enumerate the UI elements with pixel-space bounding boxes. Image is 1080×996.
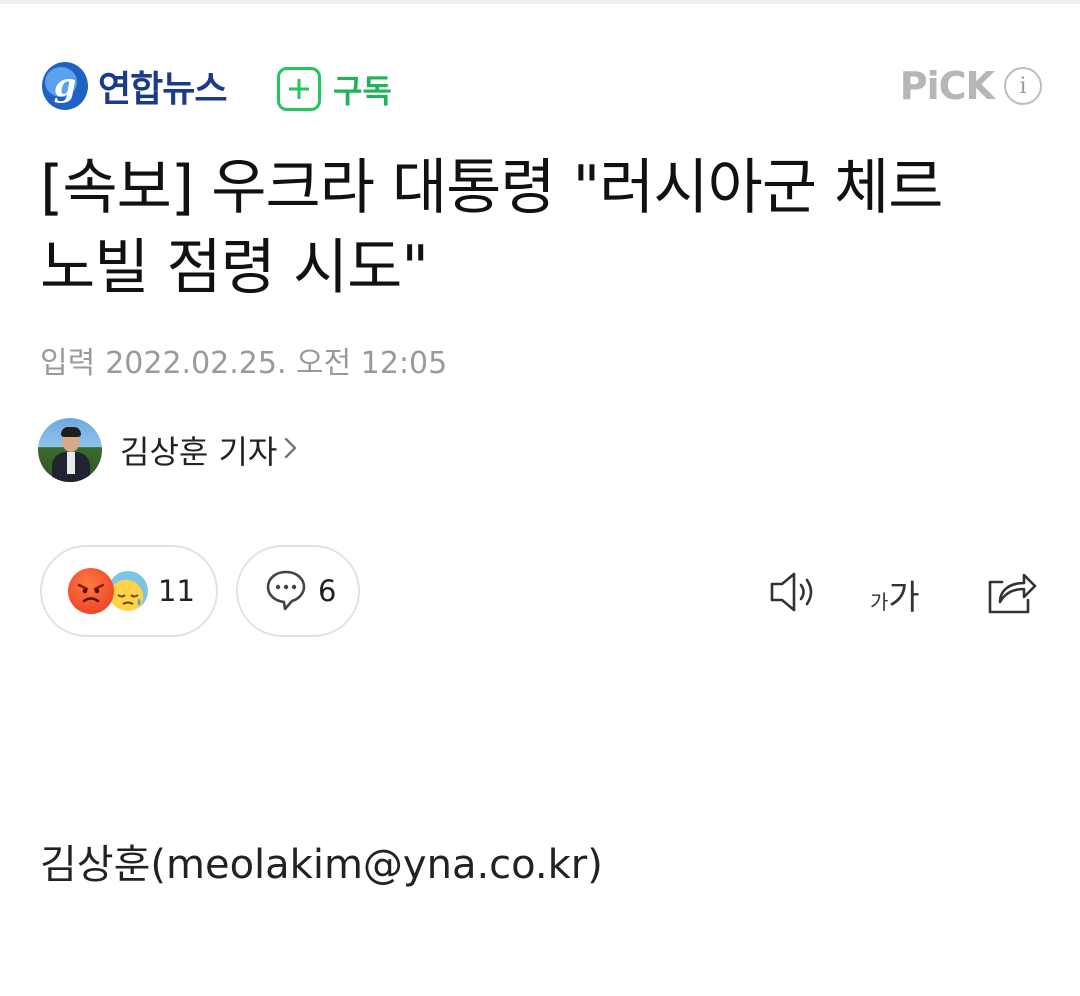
pick-label: PiCK — [899, 64, 995, 108]
sad-emoji-icon — [108, 571, 148, 611]
reporter-name: 김상훈 기자 — [120, 433, 278, 471]
press-logo-link[interactable]: g 연합뉴스 — [40, 56, 227, 116]
press-name: 연합뉴스 — [98, 69, 227, 110]
headline-line-1: [속보] 우크라 대통령 "러시아군 체르 — [40, 153, 944, 223]
share-icon[interactable] — [984, 566, 1038, 622]
speaker-icon[interactable] — [768, 566, 820, 622]
reporter-avatar — [38, 418, 102, 482]
plus-icon — [277, 67, 321, 111]
top-divider — [0, 0, 1080, 4]
date-value: 2022.02.25. 오전 12:05 — [105, 346, 448, 381]
comment-count: 6 — [318, 574, 337, 608]
svg-text:g: g — [54, 66, 76, 104]
comment-icon — [264, 567, 308, 615]
subscribe-button[interactable]: 구독 — [277, 66, 392, 112]
reactions-button[interactable]: 11 — [40, 545, 218, 637]
chevron-right-icon — [283, 435, 299, 465]
subscribe-label: 구독 — [333, 72, 392, 110]
font-size-large-label: 가 — [888, 578, 920, 618]
pick-badge[interactable]: PiCK i — [900, 64, 1042, 108]
article-dateline: 입력 2022.02.25. 오전 12:05 — [40, 338, 447, 382]
font-size-small-label: 가 — [870, 590, 889, 614]
article-headline: [속보] 우크라 대통령 "러시아군 체르 노빌 점령 시도" — [40, 148, 1050, 308]
angry-emoji-icon — [68, 568, 114, 614]
article-byline: 김상훈(meolakim@yna.co.kr) — [40, 842, 603, 888]
date-label: 입력 — [40, 346, 96, 381]
headline-line-2: 노빌 점령 시도" — [40, 233, 429, 303]
reaction-count: 11 — [158, 574, 195, 608]
font-size-icon[interactable]: 가가 — [870, 570, 920, 619]
reporter-link[interactable]: 김상훈 기자 — [38, 418, 299, 482]
yonhap-logo-icon: g — [40, 60, 90, 112]
comments-button[interactable]: 6 — [236, 545, 360, 637]
info-icon[interactable]: i — [1004, 67, 1042, 105]
